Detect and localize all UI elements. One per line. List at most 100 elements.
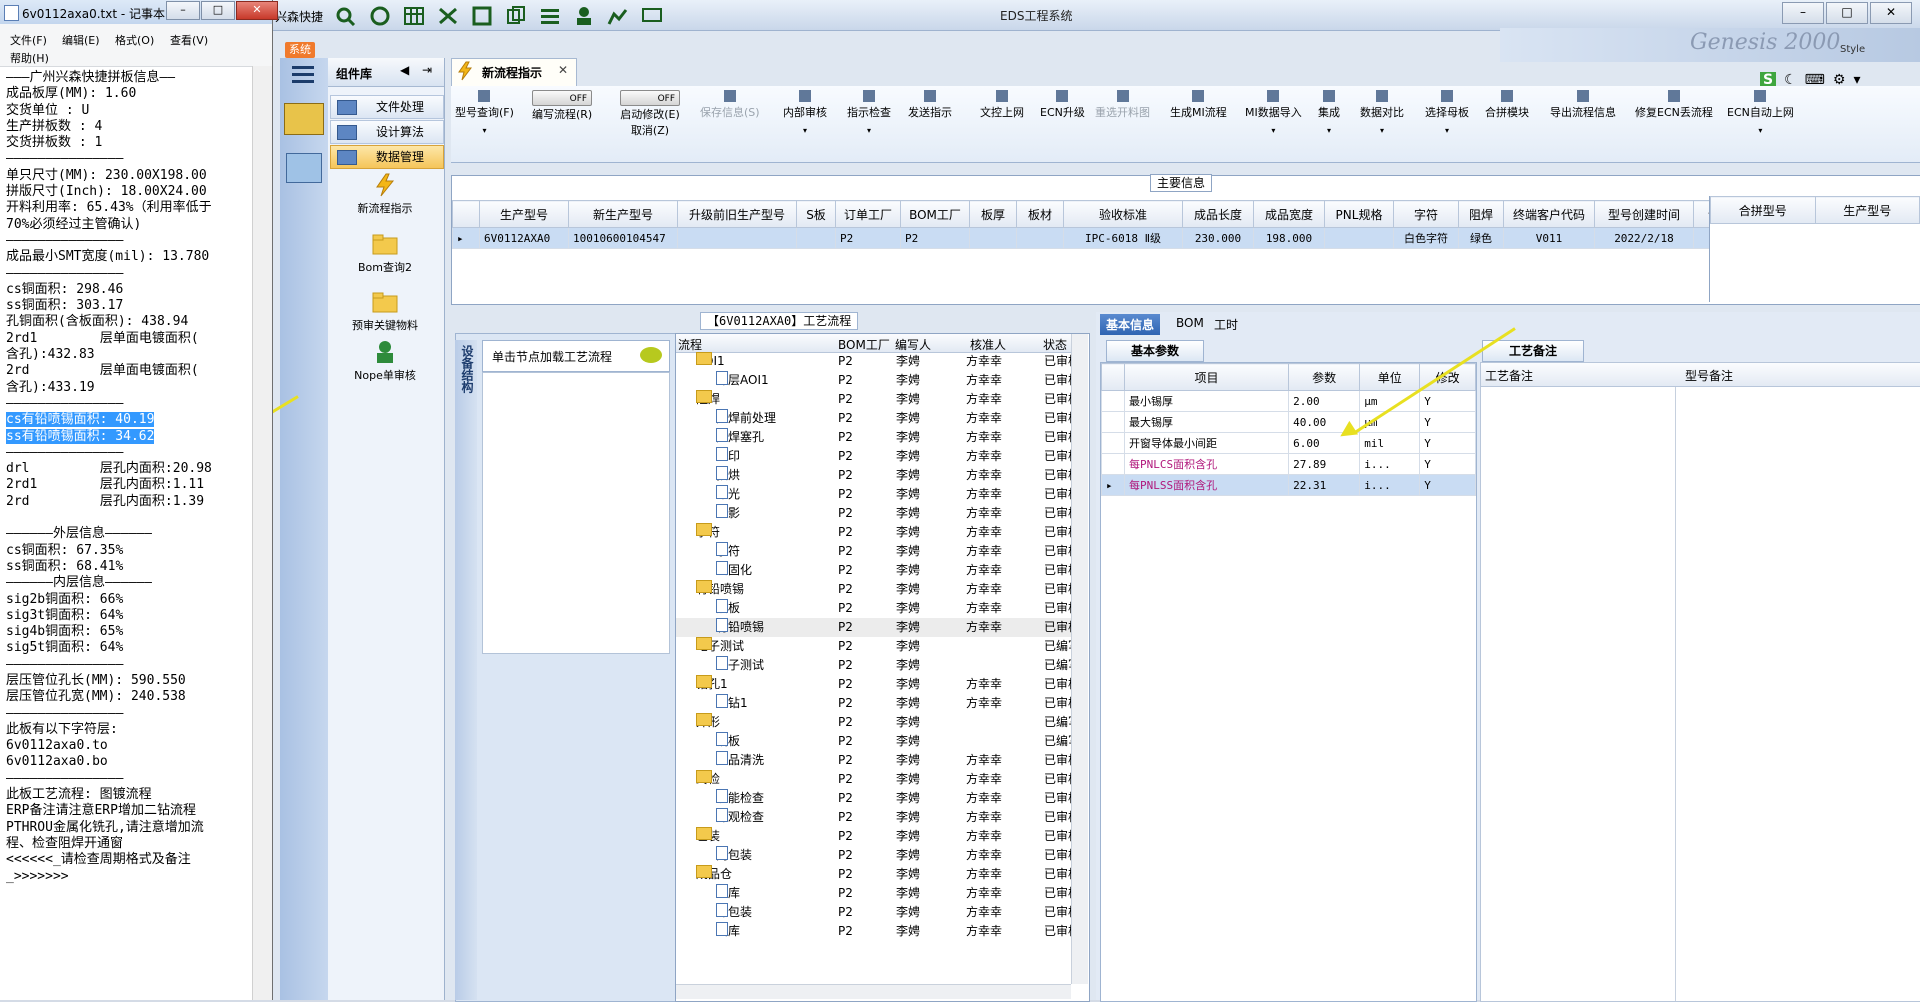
main-info-column[interactable]: 新生产型号 bbox=[568, 200, 678, 228]
param-mod-cell[interactable]: Y bbox=[1419, 432, 1476, 454]
flow-horizontal-scrollbar[interactable] bbox=[676, 984, 1071, 999]
ribbon-button[interactable]: 重选开料图 bbox=[1095, 90, 1150, 120]
nav-file-processing[interactable]: 文件处理 bbox=[330, 95, 444, 119]
chevron-down-icon[interactable]: ▾ bbox=[1360, 126, 1404, 135]
chevron-down-icon[interactable]: ▾ bbox=[1318, 126, 1340, 135]
flow-row[interactable]: −包装P2李娉方幸幸已审核 bbox=[676, 827, 1080, 846]
main-info-cell[interactable]: P2 bbox=[835, 227, 901, 249]
flow-row[interactable]: 功能检查 P2 李娉 方幸幸 已审核 bbox=[676, 789, 1080, 808]
menu-edit[interactable]: 编辑(E) bbox=[62, 32, 100, 48]
flow-column-process[interactable]: 流程 bbox=[678, 336, 702, 353]
ribbon-button[interactable]: 型号查询(F) ▾ bbox=[455, 90, 514, 135]
main-info-column[interactable]: 字符 bbox=[1393, 200, 1459, 228]
param-unit-cell[interactable]: i... bbox=[1359, 474, 1421, 496]
calculator-icon[interactable] bbox=[286, 153, 322, 183]
main-info-cell[interactable] bbox=[1016, 227, 1064, 249]
main-info-column[interactable]: BOM工厂 bbox=[900, 200, 970, 228]
main-info-cell[interactable] bbox=[677, 227, 797, 249]
chevron-down-icon[interactable]: ▾ bbox=[455, 126, 514, 135]
tool-pre-review-material[interactable]: 预审关键物料 bbox=[340, 290, 430, 333]
chevron-down-icon[interactable]: ▾ bbox=[1727, 126, 1794, 135]
ribbon-button[interactable]: 保存信息(S) bbox=[700, 90, 760, 120]
hamburger-menu-icon[interactable] bbox=[292, 66, 314, 84]
monitor-icon[interactable] bbox=[641, 6, 663, 26]
param-row[interactable]: 每PNLCS面积含孔 27.89 i... Y bbox=[1101, 453, 1476, 475]
flow-row[interactable]: 外观检查 P2 李娉 方幸幸 已审核 bbox=[676, 808, 1080, 827]
flow-row[interactable]: 有铅喷锡 P2 李娉 方幸幸 已审核 bbox=[676, 618, 1080, 637]
param-row[interactable]: 开窗导体最小间距 6.00 mil Y bbox=[1101, 432, 1476, 454]
ribbon-button[interactable]: 选择母板 ▾ bbox=[1425, 90, 1469, 135]
main-info-cell[interactable] bbox=[1324, 227, 1394, 249]
param-item-cell[interactable]: 最大锡厚 bbox=[1123, 411, 1290, 433]
chevron-down-icon[interactable]: ▾ bbox=[1245, 126, 1302, 135]
equipment-structure-tab[interactable] bbox=[455, 340, 477, 1000]
flow-row[interactable]: 外层AOI1 P2 李娉 方幸幸 已审核 bbox=[676, 371, 1080, 390]
flow-row[interactable]: −AOI1P2李娉方幸幸已审核 bbox=[676, 352, 1080, 371]
scissors-icon[interactable] bbox=[437, 6, 459, 26]
ribbon-button[interactable]: OFF 启动修改(E) 取消(Z) bbox=[620, 90, 680, 138]
flow-column-writer[interactable]: 编写人 bbox=[895, 336, 931, 353]
ribbon-button[interactable]: 文控上网 bbox=[980, 90, 1024, 120]
chevron-down-icon[interactable]: ▾ bbox=[847, 126, 891, 135]
refresh-icon[interactable] bbox=[369, 6, 391, 26]
ribbon-button[interactable]: OFF 编写流程(R) bbox=[532, 90, 592, 122]
close-icon[interactable]: ✕ bbox=[1870, 2, 1912, 24]
system-tab[interactable]: 系统 bbox=[285, 42, 315, 58]
flow-row[interactable]: 内包装 P2 李娉 方幸幸 已审核 bbox=[676, 846, 1080, 865]
close-icon[interactable]: ✕ bbox=[236, 1, 278, 20]
main-info-column[interactable]: S板 bbox=[796, 200, 836, 228]
main-info-cell[interactable]: 10010600104547 bbox=[568, 227, 678, 249]
minimize-icon[interactable]: – bbox=[1782, 2, 1824, 24]
param-column-item[interactable]: 项目 bbox=[1123, 363, 1290, 391]
tool-new-flow[interactable]: 新流程指示 bbox=[340, 173, 430, 216]
param-value-cell[interactable]: 22.31 bbox=[1288, 474, 1361, 496]
main-info-column[interactable]: 板厚 bbox=[969, 200, 1017, 228]
list-icon[interactable] bbox=[539, 6, 561, 26]
flow-row[interactable]: −成品仓P2李娉方幸幸已审核 bbox=[676, 865, 1080, 884]
tab-close-icon[interactable]: ✕ bbox=[558, 63, 568, 77]
main-info-column[interactable]: 生产型号 bbox=[479, 200, 569, 228]
main-info-column[interactable]: 板材 bbox=[1016, 200, 1064, 228]
ribbon-button[interactable]: 修复ECN丢流程 bbox=[1635, 90, 1713, 120]
flow-row[interactable]: 预烘 P2 李娉 方幸幸 已审核 bbox=[676, 466, 1080, 485]
flow-row[interactable]: 入库 P2 李娉 方幸幸 已审核 bbox=[676, 884, 1080, 903]
main-info-column[interactable]: 订单工厂 bbox=[835, 200, 901, 228]
param-column-unit[interactable]: 单位 bbox=[1359, 363, 1421, 391]
flow-row[interactable]: −阻焊P2李娉方幸幸已审核 bbox=[676, 390, 1080, 409]
main-info-column[interactable]: 终端客户代码 bbox=[1503, 200, 1595, 228]
ribbon-button[interactable]: 合拼模块 bbox=[1485, 90, 1529, 120]
flow-row[interactable]: 曝光 P2 李娉 方幸幸 已审核 bbox=[676, 485, 1080, 504]
chevron-left-icon[interactable]: ◀ bbox=[400, 63, 409, 77]
pin-icon[interactable]: ⇥ bbox=[422, 63, 432, 77]
main-info-column[interactable]: 升级前旧生产型号 bbox=[677, 200, 797, 228]
main-info-column[interactable]: 成品长度 bbox=[1182, 200, 1254, 228]
flow-row[interactable]: 电子测试 P2 李娉 已编写 bbox=[676, 656, 1080, 675]
tab-bom[interactable]: BOM bbox=[1170, 314, 1210, 332]
maximize-icon[interactable]: □ bbox=[201, 1, 235, 20]
param-value-cell[interactable]: 27.89 bbox=[1288, 453, 1361, 475]
flow-row[interactable]: 外包装 P2 李娉 方幸幸 已审核 bbox=[676, 903, 1080, 922]
flow-column-bom-factory[interactable]: BOM工厂 bbox=[838, 336, 890, 353]
flow-row[interactable]: −电子测试P2李娉已编写 bbox=[676, 637, 1080, 656]
main-info-cell[interactable]: 绿色 bbox=[1458, 227, 1504, 249]
chevron-down-icon[interactable]: ▾ bbox=[783, 126, 827, 135]
flow-row[interactable]: 铣板 P2 李娉 已编写 bbox=[676, 732, 1080, 751]
flow-vertical-scrollbar[interactable] bbox=[1071, 334, 1088, 984]
param-row[interactable]: 最大锡厚40.00μmY bbox=[1101, 411, 1476, 433]
style-dropdown[interactable]: Style bbox=[1840, 44, 1865, 55]
menu-file[interactable]: 文件(F) bbox=[10, 32, 47, 48]
param-row[interactable]: ▸ 每PNLSS面积含孔 22.31 i... Y bbox=[1101, 474, 1476, 496]
param-item-cell[interactable]: 最小锡厚 bbox=[1123, 390, 1290, 412]
main-info-column[interactable]: PNL规格 bbox=[1324, 200, 1394, 228]
craft-notes-body[interactable] bbox=[1480, 386, 1920, 1002]
ribbon-button[interactable]: 发送指示 bbox=[908, 90, 952, 120]
flow-row[interactable]: 烘板 P2 李娉 方幸幸 已审核 bbox=[676, 599, 1080, 618]
ribbon-button[interactable]: ECN升级 bbox=[1040, 90, 1085, 120]
main-info-cell[interactable]: 6V0112AXA0 bbox=[479, 227, 569, 249]
flow-row[interactable]: 丝印 P2 李娉 方幸幸 已审核 bbox=[676, 447, 1080, 466]
param-item-cell[interactable]: 每PNLSS面积含孔 bbox=[1123, 474, 1290, 496]
flow-row[interactable]: −字符P2李娉方幸幸已审核 bbox=[676, 523, 1080, 542]
param-item-cell[interactable]: 开窗导体最小间距 bbox=[1123, 432, 1290, 454]
main-info-cell[interactable]: V011 bbox=[1503, 227, 1595, 249]
param-item-cell[interactable]: 每PNLCS面积含孔 bbox=[1123, 453, 1290, 475]
